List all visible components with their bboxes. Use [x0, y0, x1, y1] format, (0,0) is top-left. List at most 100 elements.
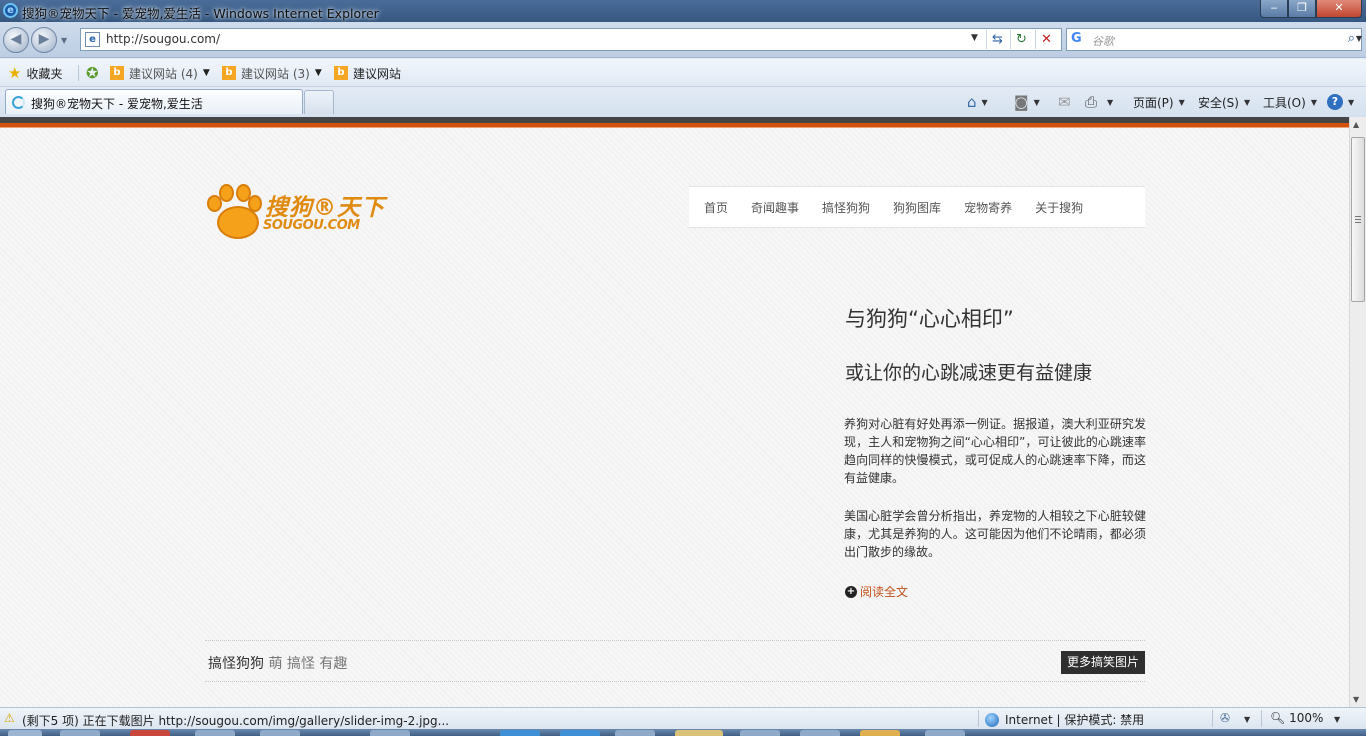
scroll-up-icon[interactable]: ▲: [1353, 120, 1359, 129]
read-more-link[interactable]: + 阅读全文: [845, 583, 908, 600]
add-to-favorites-button[interactable]: ✪: [86, 64, 104, 82]
chevron-down-icon: ▼: [1243, 97, 1251, 107]
search-engine-icon[interactable]: G: [1071, 31, 1082, 46]
tools-menu[interactable]: 工具(O) ▼: [1263, 92, 1317, 112]
divider: [1261, 710, 1262, 727]
scroll-thumb[interactable]: [1351, 137, 1365, 302]
address-dropdown[interactable]: ▼: [971, 33, 978, 43]
maximize-button[interactable]: ❐: [1288, 0, 1316, 18]
close-button[interactable]: ✕: [1316, 0, 1362, 18]
taskbar-item[interactable]: [615, 730, 655, 736]
taskbar-item[interactable]: [130, 730, 170, 736]
protected-mode-icon[interactable]: ✇: [1220, 711, 1230, 725]
plus-circle-icon: +: [845, 585, 857, 598]
chevron-down-icon[interactable]: ▼: [1348, 98, 1354, 107]
favorites-button[interactable]: ★ 收藏夹: [8, 64, 62, 82]
feeds-button[interactable]: ◙ ▼: [1014, 92, 1040, 112]
history-dropdown[interactable]: ▼: [61, 36, 67, 45]
chevron-down-icon[interactable]: ▼: [1107, 98, 1113, 107]
zoom-level[interactable]: 🔍︎ 100%: [1270, 711, 1323, 725]
taskbar-item[interactable]: [370, 730, 410, 736]
security-zone[interactable]: Internet | 保护模式: 禁用: [985, 711, 1144, 728]
zoom-value: 100%: [1289, 711, 1324, 725]
chevron-down-icon[interactable]: ▼: [315, 68, 322, 78]
taskbar-item[interactable]: [740, 730, 780, 736]
page-viewport: 搜狗®天下 SOUGOU.COM 首页 奇闻趣事 搞怪狗狗 狗狗图库 宠物寄养 …: [0, 117, 1366, 707]
stop-icon[interactable]: ✕: [1035, 30, 1057, 49]
search-options-dropdown[interactable]: ▼: [1356, 34, 1362, 43]
section-tagline: 萌 搞怪 有趣: [268, 656, 348, 672]
nav-about[interactable]: 关于搜狗: [1035, 199, 1083, 216]
taskbar-item[interactable]: [60, 730, 100, 736]
favorite-item-label: 建议网站 (4): [129, 66, 198, 81]
bing-icon: b: [334, 66, 348, 80]
url-text[interactable]: http://sougou.com/: [106, 32, 220, 46]
chevron-down-icon[interactable]: ▼: [1334, 715, 1340, 724]
divider: [1212, 710, 1213, 727]
search-icon[interactable]: ⌕: [1348, 31, 1355, 46]
taskbar-item[interactable]: [860, 730, 900, 736]
paw-toe: [248, 195, 262, 212]
chevron-down-icon[interactable]: ▼: [203, 68, 210, 78]
site-top-bar: [0, 117, 1349, 128]
divider: [78, 65, 79, 81]
favorite-item-suggested-sites-3[interactable]: b 建议网站 (3) ▼: [222, 64, 322, 82]
taskbar-item[interactable]: [560, 730, 600, 736]
taskbar-item[interactable]: [500, 730, 540, 736]
compatibility-view-icon[interactable]: ⇆: [986, 30, 1008, 49]
search-box[interactable]: G 谷歌 ⌕ ▼: [1066, 28, 1362, 51]
nav-strange-stories[interactable]: 奇闻趣事: [751, 199, 799, 216]
print-button[interactable]: ⎙ ▼: [1085, 92, 1113, 112]
start-button[interactable]: [8, 730, 42, 736]
more-funny-pictures-button[interactable]: 更多搞笑图片: [1060, 651, 1145, 674]
refresh-icon[interactable]: ↻: [1010, 30, 1032, 49]
chevron-down-icon[interactable]: ▼: [1244, 715, 1250, 724]
forward-button[interactable]: ▶: [31, 27, 57, 53]
article-subtitle: 或让你的心跳减速更有益健康: [845, 362, 1093, 384]
site-nav: 首页 奇闻趣事 搞怪狗狗 狗狗图库 宠物寄养 关于搜狗: [689, 186, 1145, 228]
bing-icon: b: [110, 66, 124, 80]
ie-logo-icon: e: [3, 3, 18, 18]
tab-active[interactable]: 搜狗®宠物天下 - 爱宠物,爱生活: [5, 89, 303, 114]
taskbar-item[interactable]: [925, 730, 965, 736]
favorite-item-suggested-sites-4[interactable]: b 建议网站 (4) ▼: [110, 64, 210, 82]
favorites-bar: ★ 收藏夹 ✪ b 建议网站 (4) ▼ b 建议网站 (3) ▼ b 建议网站: [0, 59, 1366, 87]
home-button[interactable]: ⌂ ▼: [967, 92, 988, 112]
logo-text-en: SOUGOU.COM: [263, 218, 360, 233]
read-more-label: 阅读全文: [860, 585, 909, 599]
minimize-button[interactable]: ‒: [1260, 0, 1288, 18]
help-button[interactable]: ? ▼: [1327, 92, 1354, 112]
site-logo[interactable]: 搜狗®天下 SOUGOU.COM: [205, 184, 395, 244]
taskbar-item-active[interactable]: [675, 730, 723, 736]
add-favorite-star-icon: ✪: [86, 64, 99, 82]
taskbar-item[interactable]: [260, 730, 300, 736]
taskbar-item[interactable]: [800, 730, 840, 736]
new-tab-button[interactable]: [304, 90, 334, 114]
search-input[interactable]: 谷歌: [1092, 33, 1114, 49]
page-menu[interactable]: 页面(P) ▼: [1133, 92, 1185, 112]
taskbar-item[interactable]: [195, 730, 235, 736]
back-button[interactable]: ◀: [3, 27, 29, 53]
window-title: 搜狗®宠物天下 - 爱宠物,爱生活 - Windows Internet Exp…: [22, 6, 379, 21]
favorite-item-suggested-sites[interactable]: b 建议网站: [334, 64, 401, 82]
chevron-down-icon: ▼: [1178, 97, 1185, 107]
address-bar[interactable]: e http://sougou.com/ ▼ ⇆ ↻ ✕: [80, 28, 1062, 51]
windows-taskbar: [0, 729, 1366, 736]
vertical-scrollbar[interactable]: ▲ ▼: [1349, 117, 1366, 707]
status-message: (剩下5 项) 正在下载图片 http://sougou.com/img/gal…: [22, 714, 450, 728]
safety-menu[interactable]: 安全(S) ▼: [1198, 92, 1250, 112]
nav-pet-boarding[interactable]: 宠物寄养: [964, 199, 1012, 216]
scroll-down-icon[interactable]: ▼: [1353, 695, 1359, 704]
bing-icon: b: [222, 66, 236, 80]
tab-title: 搜狗®宠物天下 - 爱宠物,爱生活: [31, 97, 203, 111]
grip-icon: [1355, 216, 1361, 217]
chevron-down-icon[interactable]: ▼: [982, 98, 988, 107]
article-paragraph: 美国心脏学会曾分析指出，养宠物的人相较之下心脏较健康，尤其是养狗的人。这可能因为…: [844, 509, 1146, 559]
nav-dog-gallery[interactable]: 狗狗图库: [893, 199, 941, 216]
loading-spinner-icon: [12, 96, 25, 109]
nav-funny-dogs[interactable]: 搞怪狗狗: [822, 199, 870, 216]
chevron-down-icon[interactable]: ▼: [1034, 98, 1040, 107]
mail-button[interactable]: ✉: [1058, 92, 1071, 112]
nav-home[interactable]: 首页: [704, 199, 728, 216]
star-icon: ★: [8, 64, 22, 82]
